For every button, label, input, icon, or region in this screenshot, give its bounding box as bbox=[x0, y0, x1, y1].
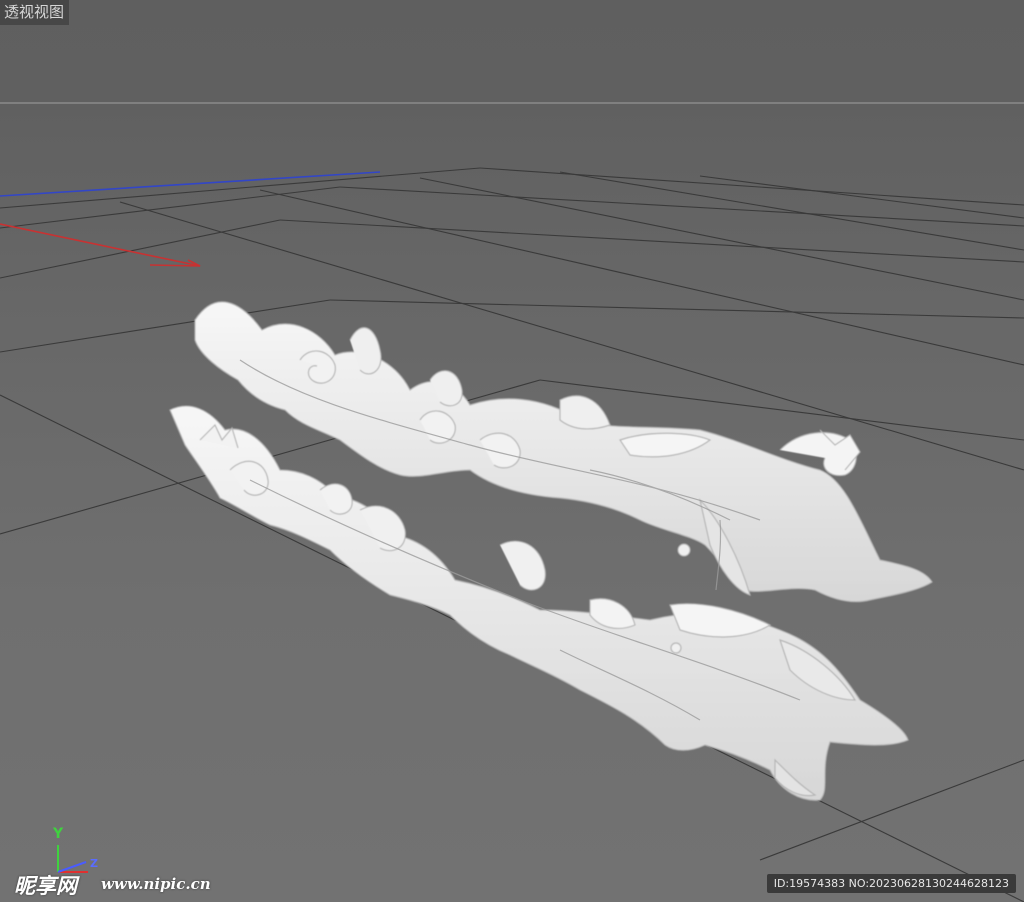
viewport-label[interactable]: 透视视图 bbox=[0, 0, 70, 25]
perspective-viewport[interactable]: 透视视图 Y Z 昵享网 www.nipic.cn ID:19574383 NO… bbox=[0, 0, 1024, 902]
y-axis-label: Y bbox=[53, 826, 64, 842]
scene-canvas[interactable] bbox=[0, 0, 1024, 902]
baroque-ornament-model[interactable] bbox=[169, 301, 933, 801]
z-axis-label: Z bbox=[90, 857, 98, 870]
x-axis-line bbox=[0, 223, 201, 267]
floor-grid bbox=[0, 167, 1024, 902]
watermark-logo: 昵享网 bbox=[14, 874, 77, 898]
axis-gizmo bbox=[57, 845, 88, 873]
watermark-url: www.nipic.cn bbox=[101, 875, 211, 893]
image-id-badge: ID:19574383 NO:20230628130244628123 bbox=[766, 874, 1016, 893]
